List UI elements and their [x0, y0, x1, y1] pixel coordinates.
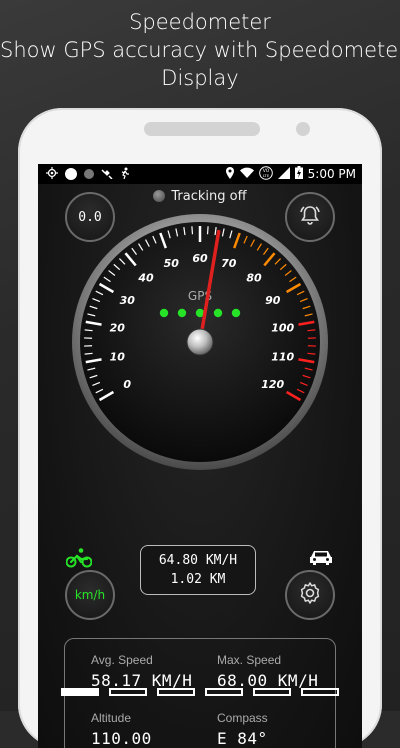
tracking-led-icon [153, 190, 165, 202]
gauge-tick [307, 330, 315, 331]
gauge-tick-label: 10 [110, 351, 126, 364]
car-icon[interactable] [308, 548, 334, 570]
cyclist-icon[interactable] [66, 548, 92, 572]
gauge-tick-label: 30 [120, 294, 136, 307]
gauge-tick-label: 80 [246, 272, 262, 285]
altitude-label: Altitude [91, 711, 152, 725]
promo-caption: Speedometer Show GPS accuracy with Speed… [0, 8, 400, 92]
status-bar: VOLTE 5:00 PM [38, 164, 362, 184]
gauge-tick-label: 70 [221, 257, 237, 270]
gauge-tick [307, 353, 315, 354]
gauge-tick-label: 0 [123, 378, 131, 391]
speedometer-app: Tracking off 0.0 [38, 184, 362, 748]
speed-distance-readout: 64.80 KM/H 1.02 KM [140, 545, 256, 595]
gauge-tick-label: 120 [261, 378, 284, 391]
settings-button[interactable] [285, 570, 335, 620]
compass-label: Compass [217, 711, 268, 725]
tracking-label: Tracking off [171, 189, 246, 204]
page-indicator-bar[interactable] [109, 688, 147, 696]
gauge-tick [208, 226, 209, 234]
wifi-icon [240, 167, 254, 181]
gauge-tick-label: 40 [137, 272, 154, 285]
altitude-cell: Altitude 110.00 [91, 711, 152, 748]
unit-label: km/h [75, 588, 105, 602]
white-dot-icon [65, 168, 77, 180]
promo-subtitle-line1: Show GPS accuracy with Speedometer [0, 36, 400, 64]
promo-subtitle-line2: Display [0, 64, 400, 92]
phone-speaker [144, 122, 260, 136]
compass-cell: Compass E 84° [217, 711, 268, 748]
gauge-tick-label: 100 [271, 321, 294, 334]
walk-icon [120, 167, 130, 182]
battery-charging-icon [295, 166, 303, 182]
signal-icon [278, 167, 290, 182]
gauge-tick-label: 50 [164, 257, 180, 270]
altitude-value: 110.00 [91, 729, 152, 748]
lte-label: LTE [262, 173, 269, 178]
gps-dot [214, 309, 222, 317]
volte-icon: VOLTE [259, 166, 273, 183]
gear-icon [298, 581, 322, 609]
phone-frame: VOLTE 5:00 PM Tracking off 0.0 [18, 108, 382, 748]
page-indicator-bar[interactable] [205, 688, 243, 696]
compass-value: E 84° [217, 729, 268, 748]
gps-dot [232, 309, 240, 317]
page-indicator [0, 688, 400, 698]
gauge-tick-label: 90 [265, 294, 281, 307]
avg-speed-cell: Avg. Speed 58.17 KM/H [91, 653, 192, 690]
phone-camera [296, 122, 310, 136]
page-indicator-bar[interactable] [157, 688, 195, 696]
satellite-icon [101, 167, 113, 182]
gray-dot-icon [84, 169, 94, 179]
promo-title: Speedometer [0, 8, 400, 36]
gauge-hub [187, 329, 213, 355]
gauge-tick-label: 60 [192, 252, 208, 265]
page-indicator-bar[interactable] [253, 688, 291, 696]
max-speed-label: Max. Speed [217, 653, 318, 667]
status-time: 5:00 PM [308, 167, 356, 181]
gps-dot [178, 309, 186, 317]
current-speed: 64.80 KM/H [141, 551, 255, 570]
gauge-tick-label: 20 [110, 321, 126, 334]
gauge-tick [85, 330, 93, 331]
max-speed-cell: Max. Speed 68.00 KM/H [217, 653, 318, 690]
gauge-tick [85, 353, 93, 354]
trip-distance: 1.02 KM [141, 570, 255, 589]
target-icon [46, 167, 58, 182]
gauge-tick-label: 110 [271, 351, 294, 364]
avg-speed-label: Avg. Speed [91, 653, 192, 667]
location-pin-icon [225, 167, 235, 182]
gauge-tick [192, 226, 193, 234]
page-indicator-bar[interactable] [301, 688, 339, 696]
page-indicator-bar[interactable] [61, 688, 99, 696]
gps-dot [160, 309, 168, 317]
unit-toggle-button[interactable]: km/h [65, 570, 115, 620]
phone-screen: VOLTE 5:00 PM Tracking off 0.0 [38, 164, 362, 748]
speedometer-gauge: 0102030405060708090100110120 GPS [70, 212, 330, 472]
